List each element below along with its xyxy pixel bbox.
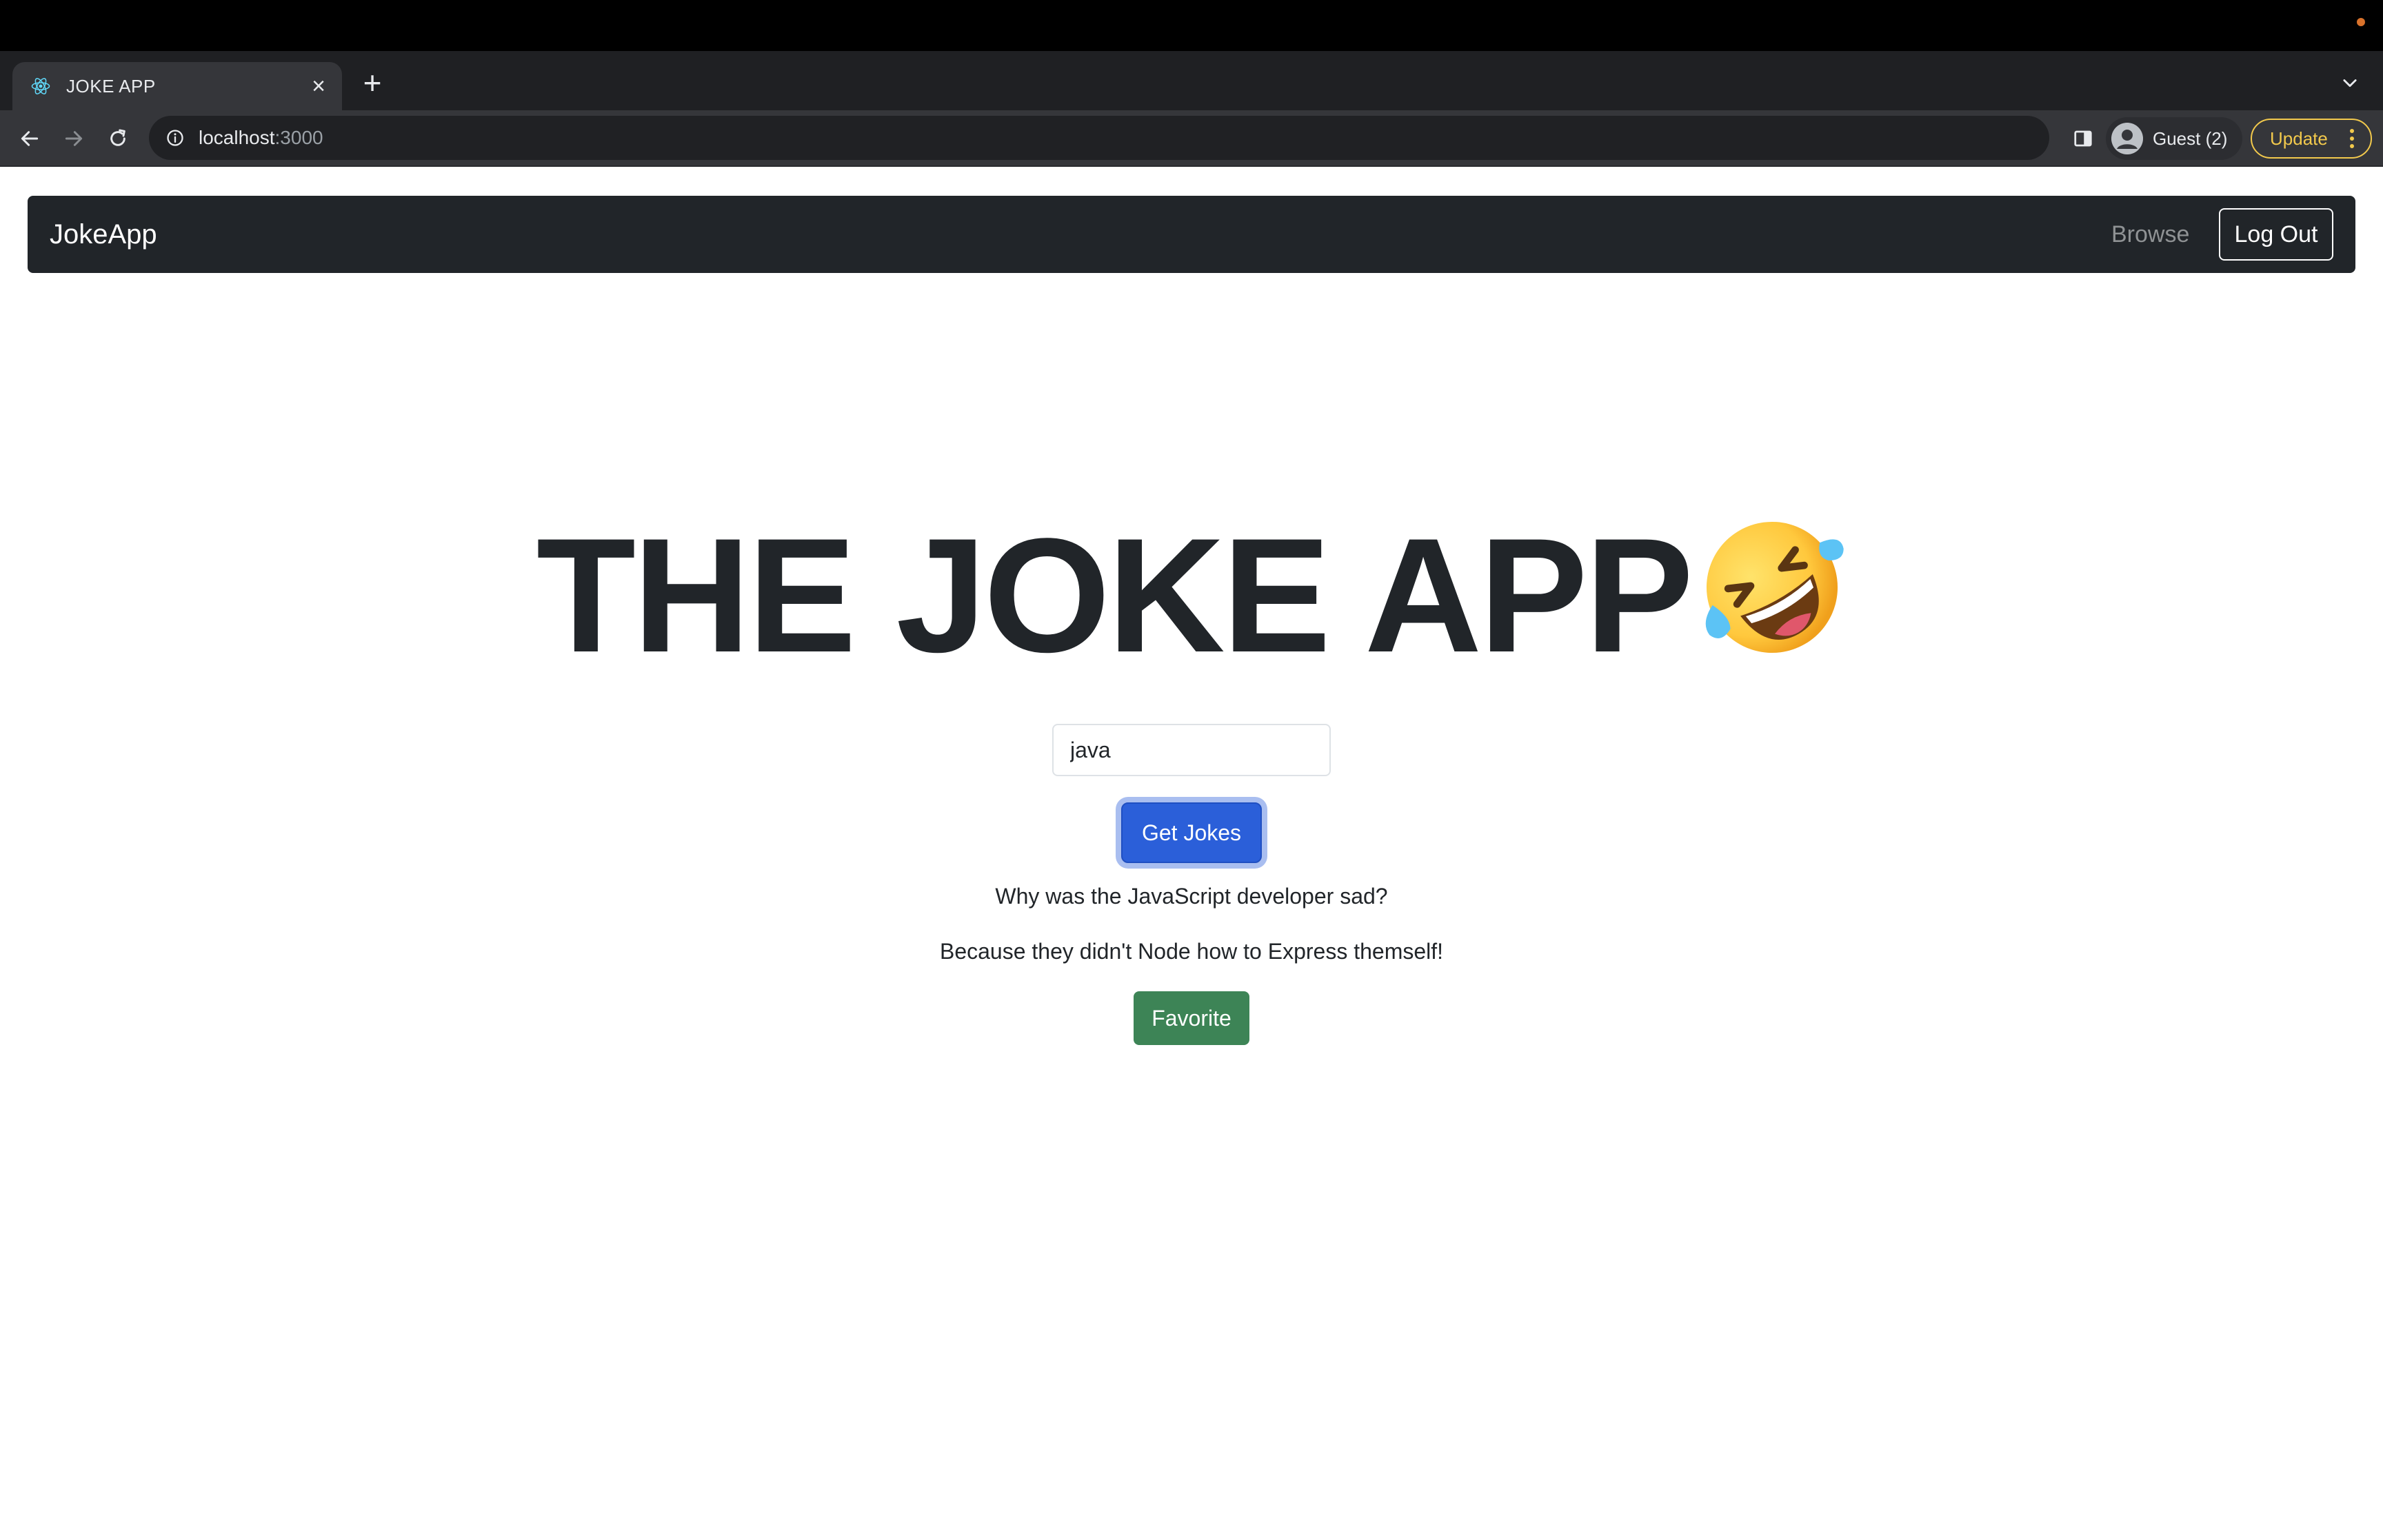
back-arrow-icon[interactable]: [12, 121, 47, 156]
close-tab-icon[interactable]: ×: [305, 72, 332, 100]
url-text: localhost:3000: [199, 127, 323, 149]
tab-search-chevron-icon[interactable]: [2333, 66, 2366, 99]
url-host: localhost: [199, 127, 275, 148]
get-jokes-button[interactable]: Get Jokes: [1121, 802, 1262, 863]
page-viewport: JokeApp Browse Log Out THE JOKE APP java…: [0, 167, 2383, 1540]
rolling-on-floor-laughing-emoji-icon: [1698, 513, 1847, 662]
browser-tab-strip: JOKE APP × +: [0, 51, 2383, 110]
forward-arrow-icon[interactable]: [57, 121, 91, 156]
tab-title: JOKE APP: [66, 75, 156, 97]
react-logo-icon: [29, 74, 52, 98]
favorite-button[interactable]: Favorite: [1134, 991, 1249, 1045]
new-tab-button[interactable]: +: [356, 66, 389, 99]
navbar-brand[interactable]: JokeApp: [50, 196, 157, 273]
app-navbar: JokeApp Browse Log Out: [28, 196, 2355, 273]
update-button[interactable]: Update: [2251, 119, 2372, 159]
logout-button[interactable]: Log Out: [2219, 208, 2333, 261]
os-menu-bar: [0, 0, 2383, 51]
reload-icon[interactable]: [101, 121, 135, 156]
update-label: Update: [2270, 128, 2328, 149]
side-panel-icon[interactable]: [2066, 121, 2100, 156]
joke-setup-text: Why was the JavaScript developer sad?: [995, 884, 1388, 909]
address-bar[interactable]: localhost:3000: [149, 116, 2049, 160]
kebab-menu-icon[interactable]: [2342, 129, 2362, 148]
profile-button[interactable]: Guest (2): [2106, 117, 2242, 160]
browser-tab-joke-app[interactable]: JOKE APP ×: [12, 62, 342, 110]
profile-label: Guest (2): [2153, 128, 2228, 149]
page-title: THE JOKE APP: [536, 505, 1693, 687]
joke-search-input[interactable]: [1052, 724, 1331, 776]
hero-heading: THE JOKE APP: [0, 506, 2383, 685]
guest-avatar-icon: [2111, 123, 2143, 154]
nav-link-browse[interactable]: Browse: [2111, 196, 2189, 273]
recording-indicator-icon: [2357, 18, 2365, 26]
url-port: :3000: [274, 127, 323, 148]
browser-toolbar: localhost:3000 Guest (2) Update: [0, 110, 2383, 167]
site-info-icon[interactable]: [164, 127, 186, 149]
joke-punchline-text: Because they didn't Node how to Express …: [939, 939, 1444, 964]
